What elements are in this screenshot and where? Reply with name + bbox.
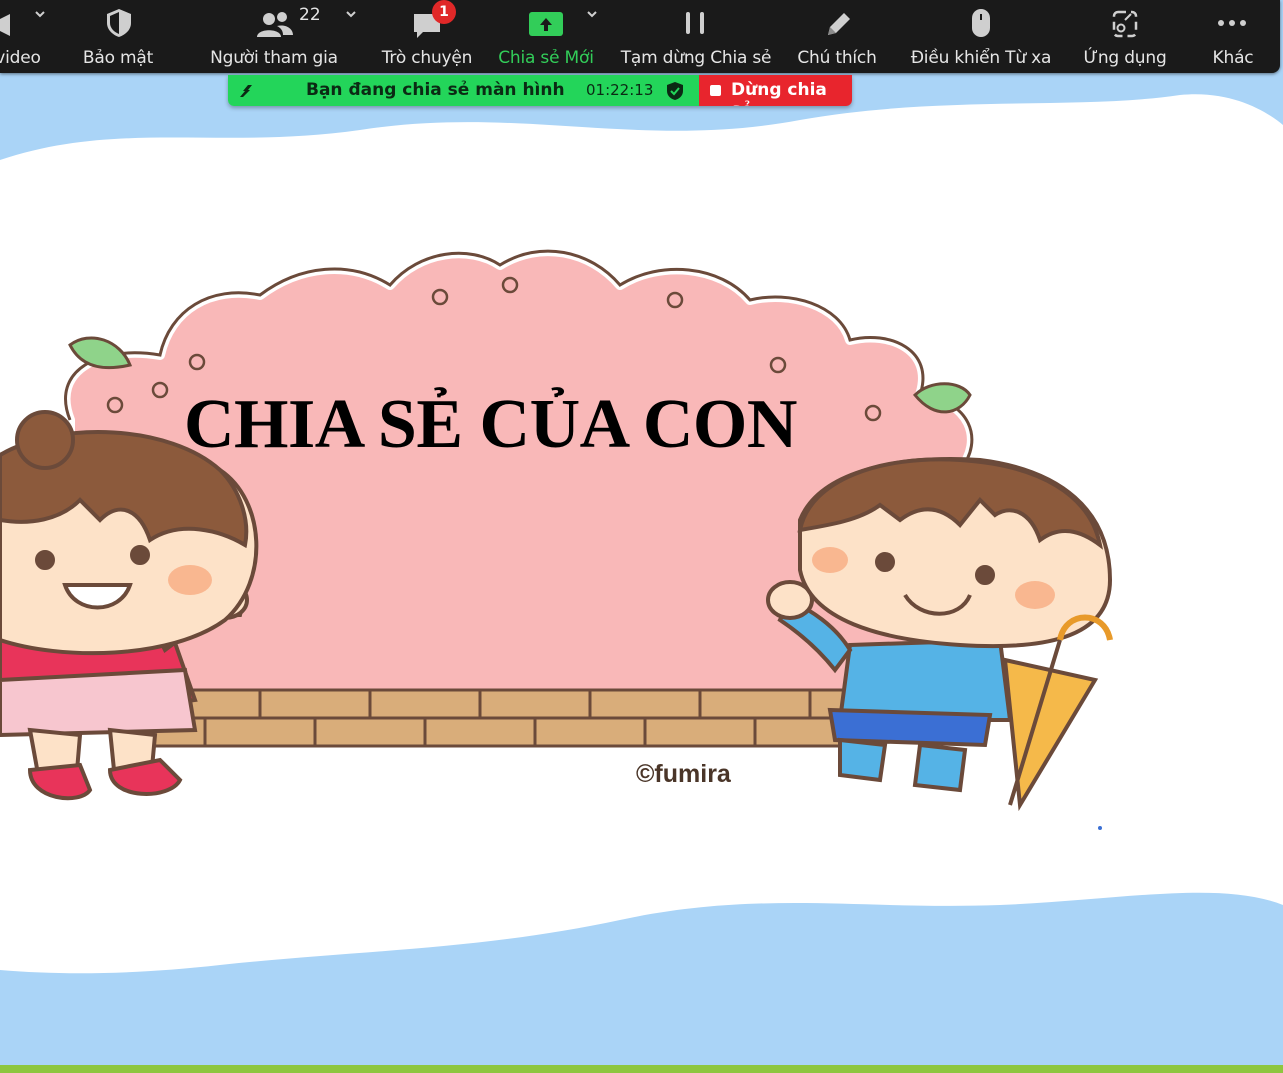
toolbar-remote-control[interactable]: Điều khiển Từ xa: [905, 0, 1060, 73]
toolbar-label: Ứng dụng: [1083, 48, 1167, 68]
brick-wall: [148, 688, 852, 748]
sharing-timer: 01:22:13: [586, 81, 654, 99]
toolbar-pause-share[interactable]: Tạm dừng Chia sẻ: [615, 0, 775, 73]
camera-icon: [0, 14, 10, 36]
toolbar-label: Chia sẻ Mới: [498, 48, 594, 68]
copyright-text: ©fumira: [636, 760, 731, 788]
toolbar-label: Điều khiển Từ xa: [910, 48, 1052, 68]
toolbar-label: video: [0, 48, 41, 68]
toolbar-label: Trò chuyện: [381, 48, 473, 68]
slide-headline: CHIA SẺ CỦA CON: [184, 386, 797, 463]
chevron-down-icon[interactable]: [345, 8, 357, 20]
more-icon: [1218, 20, 1246, 26]
share-status-banner: Bạn đang chia sẻ màn hình 01:22:13 Dừng …: [228, 75, 852, 106]
chevron-down-icon[interactable]: [34, 8, 46, 20]
meeting-toolbar: video Bảo mật Người tham gia 22 Trò chuy…: [0, 0, 1280, 73]
stop-icon: [710, 85, 721, 96]
participants-icon: [257, 12, 293, 37]
share-status-bar[interactable]: Bạn đang chia sẻ màn hình 01:22:13: [228, 75, 699, 106]
drag-handle-icon[interactable]: [236, 81, 256, 101]
slide-artwork: [0, 0, 1283, 1073]
toolbar-label: Người tham gia: [210, 48, 338, 68]
stop-share-label: Dừng chia sẻ: [731, 80, 827, 106]
slide-bottom-border: [0, 1065, 1283, 1073]
chat-unread-badge: 1: [432, 0, 456, 24]
apps-icon: [1112, 10, 1138, 38]
share-screen-icon: [529, 12, 563, 36]
chevron-down-icon[interactable]: [586, 8, 598, 20]
toolbar-label: Khác: [1212, 48, 1254, 68]
pause-icon: [686, 12, 704, 34]
toolbar-video[interactable]: video: [0, 0, 70, 73]
shield-check-icon: [667, 82, 683, 100]
toolbar-chat[interactable]: Trò chuyện: [375, 0, 485, 73]
shared-slide: CHIA SẺ CỦA CON ©fumira: [0, 0, 1283, 1073]
toolbar-annotate[interactable]: Chú thích: [790, 0, 885, 73]
stop-share-button[interactable]: Dừng chia sẻ: [699, 75, 852, 106]
toolbar-security[interactable]: Bảo mật: [80, 0, 160, 73]
toolbar-apps[interactable]: Ứng dụng: [1078, 0, 1173, 73]
toolbar-participants[interactable]: Người tham gia: [200, 0, 370, 73]
shield-icon: [107, 9, 131, 37]
pencil-icon: [828, 13, 850, 35]
toolbar-label: Tạm dừng Chia sẻ: [620, 48, 772, 68]
toolbar-new-share[interactable]: Chia sẻ Mới: [490, 0, 605, 73]
toolbar-more[interactable]: Khác: [1195, 0, 1270, 73]
mouse-icon: [972, 9, 990, 37]
sharing-status-text: Bạn đang chia sẻ màn hình: [306, 80, 565, 100]
participant-count: 22: [299, 5, 321, 25]
toolbar-label: Chú thích: [797, 48, 877, 68]
toolbar-label: Bảo mật: [82, 48, 154, 68]
